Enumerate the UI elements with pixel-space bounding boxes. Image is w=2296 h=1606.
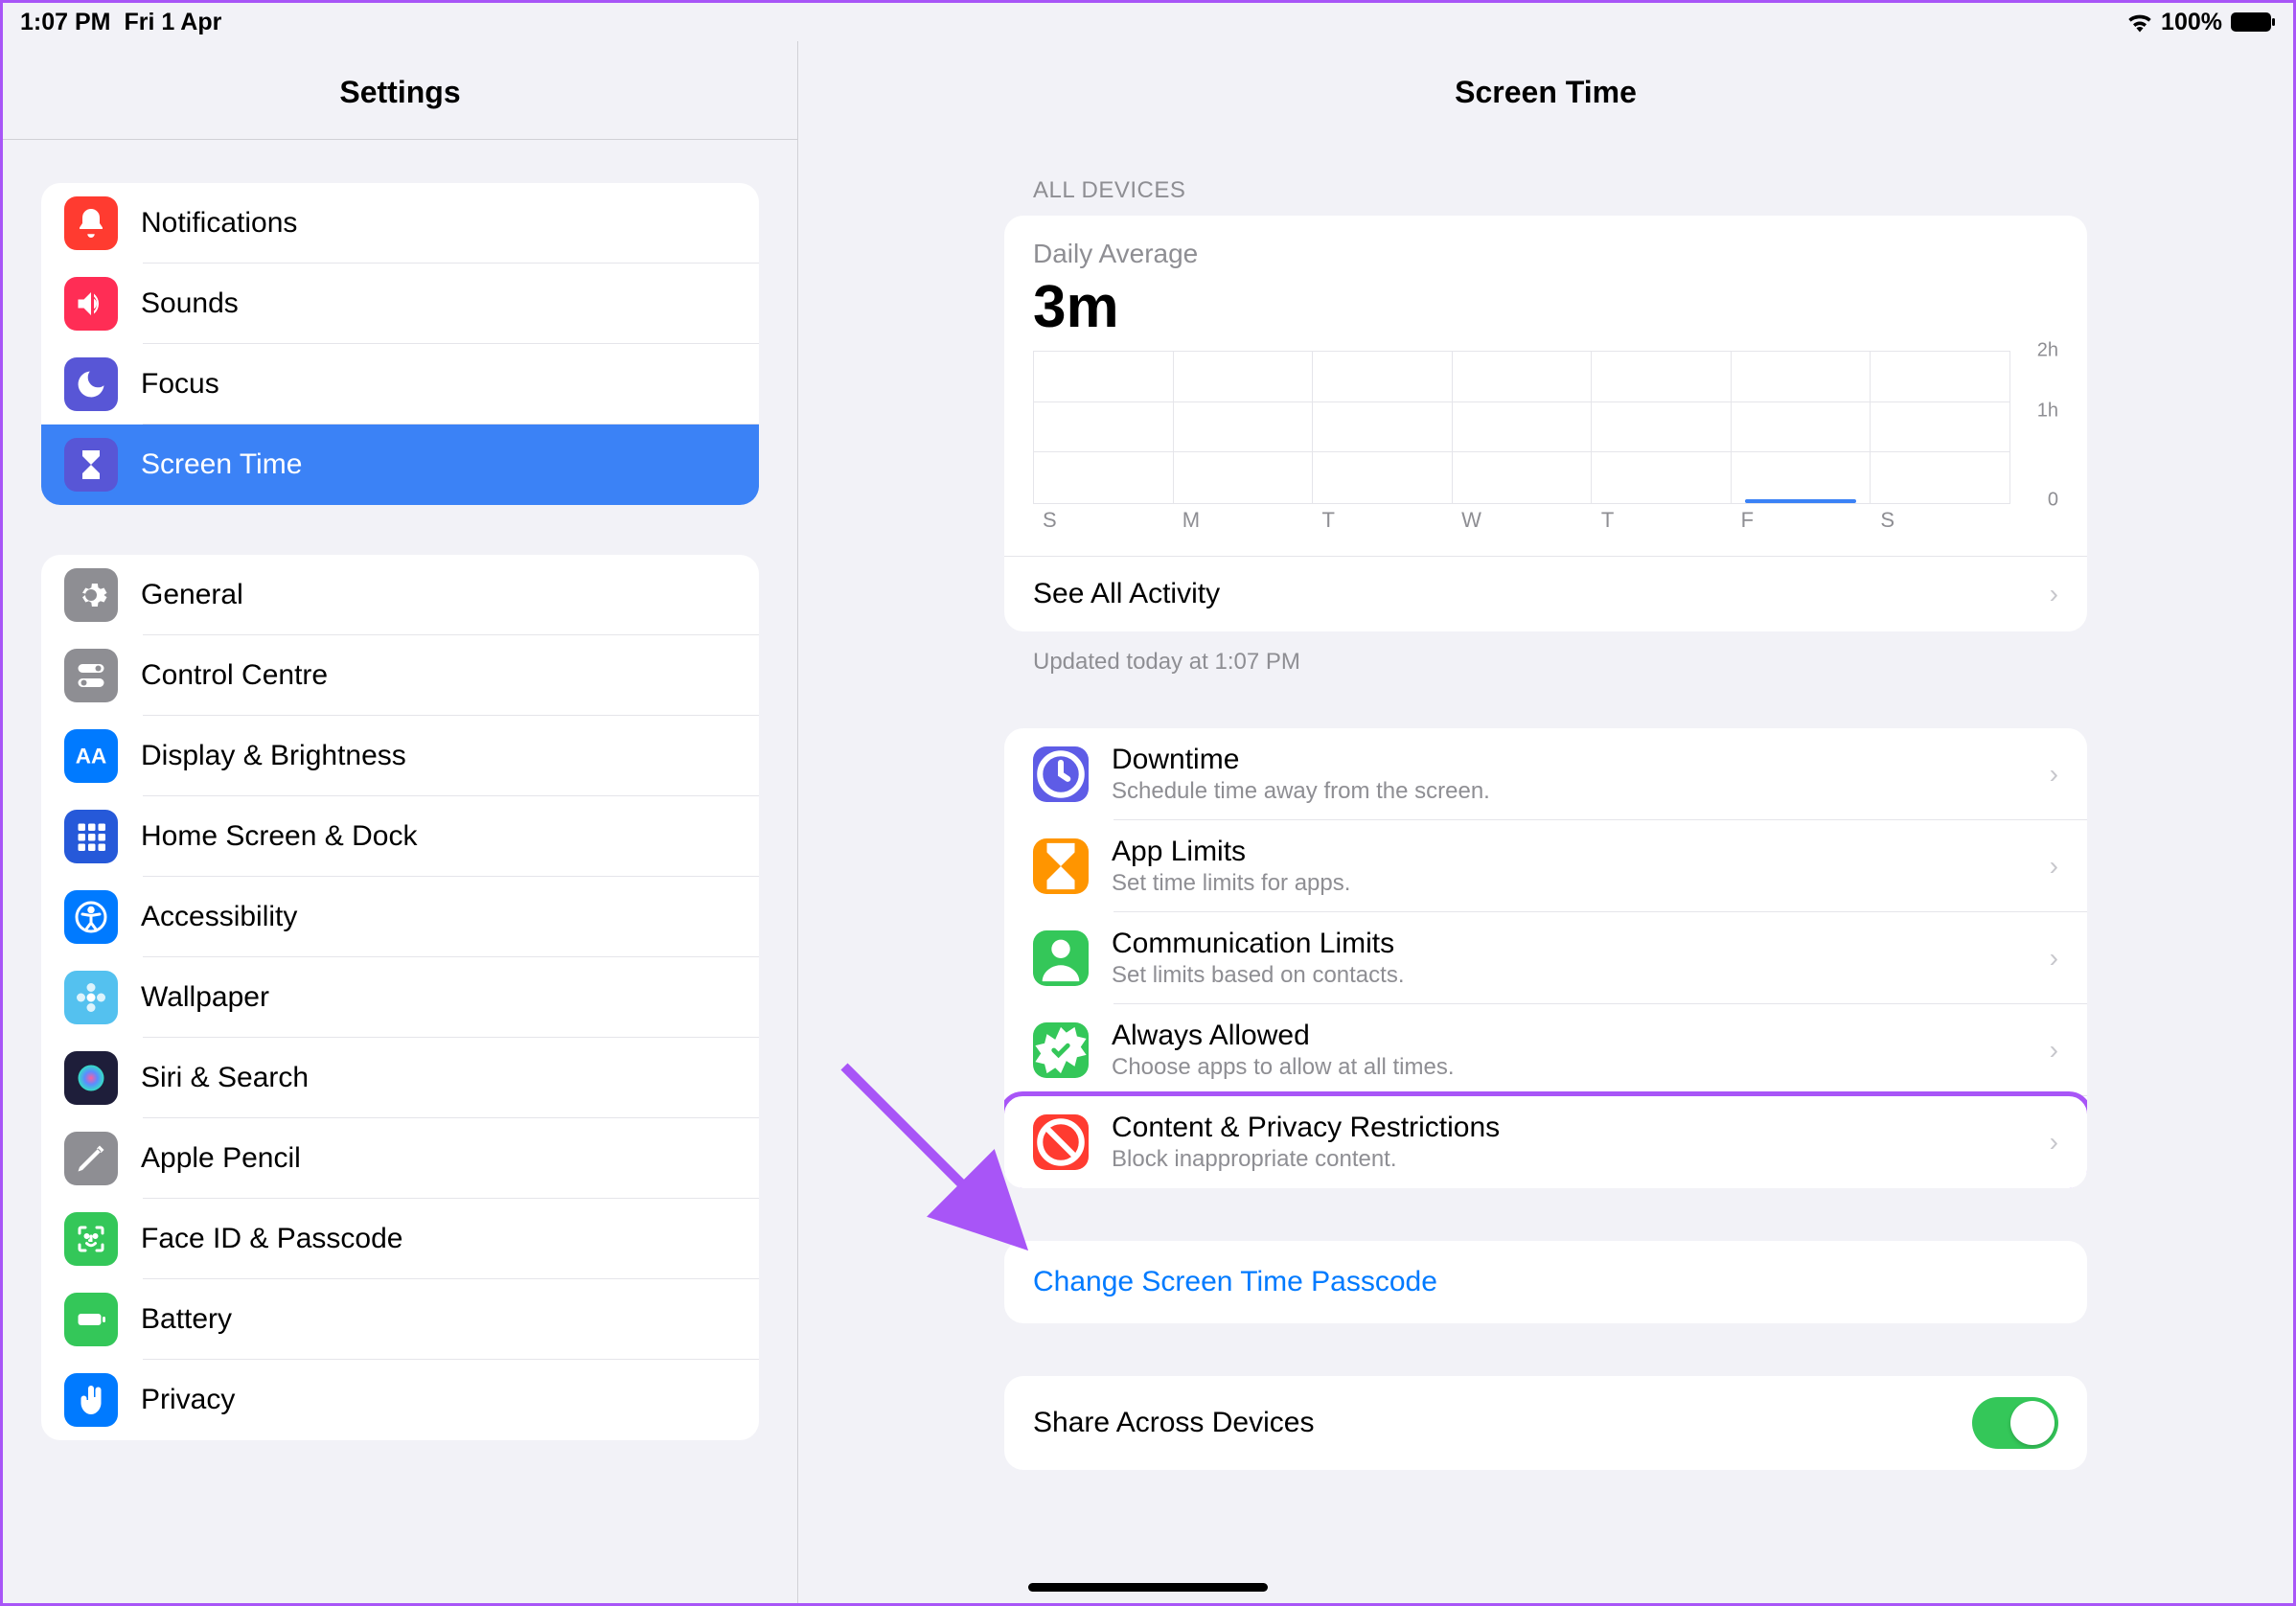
sidebar-item-siri-search[interactable]: Siri & Search (41, 1038, 759, 1118)
sidebar-item-label: Sounds (141, 287, 239, 320)
hourglass-icon (1033, 838, 1089, 894)
usage-chart: 2h 1h 0 SMTWTFS (1033, 351, 2058, 533)
sidebar-item-label: Apple Pencil (141, 1142, 301, 1175)
sidebar-item-label: Display & Brightness (141, 740, 406, 772)
sidebar-item-accessibility[interactable]: Accessibility (41, 877, 759, 957)
chevron-right-icon: › (2050, 1035, 2058, 1066)
accessibility-icon (64, 890, 118, 944)
sidebar-item-label: Wallpaper (141, 981, 269, 1014)
battery-icon (64, 1293, 118, 1346)
sidebar-item-focus[interactable]: Focus (41, 344, 759, 424)
sidebar-item-wallpaper[interactable]: Wallpaper (41, 957, 759, 1038)
option-title: Always Allowed (1112, 1020, 2027, 1052)
option-title: Communication Limits (1112, 928, 2027, 960)
status-bar: 1:07 PM Fri 1 Apr 100% (3, 3, 2293, 41)
share-toggle[interactable] (1972, 1397, 2058, 1449)
siri-icon (64, 1051, 118, 1105)
options-card: DowntimeSchedule time away from the scre… (1004, 728, 2087, 1188)
option-subtitle: Choose apps to allow at all times. (1112, 1054, 2027, 1081)
sidebar-item-control-centre[interactable]: Control Centre (41, 635, 759, 716)
option-always-allowed[interactable]: Always AllowedChoose apps to allow at al… (1004, 1004, 2087, 1096)
sidebar-item-label: Battery (141, 1303, 232, 1336)
page-title: Screen Time (798, 41, 2293, 139)
wifi-icon (2126, 11, 2153, 33)
option-app-limits[interactable]: App LimitsSet time limits for apps. › (1004, 820, 2087, 912)
hand-icon (64, 1373, 118, 1427)
option-downtime[interactable]: DowntimeSchedule time away from the scre… (1004, 728, 2087, 820)
sidebar-item-label: Focus (141, 368, 219, 401)
bell-icon (64, 196, 118, 250)
sidebar-item-home-screen-dock[interactable]: Home Screen & Dock (41, 796, 759, 877)
sidebar-item-apple-pencil[interactable]: Apple Pencil (41, 1118, 759, 1199)
main-panel: Screen Time ALL DEVICES Daily Average 3m… (798, 41, 2293, 1603)
sidebar: Settings Notifications Sounds Focus Screen … (3, 41, 798, 1603)
sidebar-item-general[interactable]: General (41, 555, 759, 635)
sidebar-title: Settings (3, 41, 797, 140)
clock-icon (1033, 746, 1089, 802)
status-date: Fri 1 Apr (124, 9, 221, 36)
option-subtitle: Schedule time away from the screen. (1112, 778, 2027, 805)
sidebar-item-notifications[interactable]: Notifications (41, 183, 759, 264)
sidebar-item-label: Home Screen & Dock (141, 820, 417, 853)
sidebar-item-face-id-passcode[interactable]: Face ID & Passcode (41, 1199, 759, 1279)
usage-card[interactable]: Daily Average 3m 2h 1h 0 SMTWTFS See (1004, 216, 2087, 631)
chevron-right-icon: › (2050, 579, 2058, 609)
sidebar-item-label: Privacy (141, 1384, 235, 1416)
hourglass-icon (64, 438, 118, 492)
person-icon (1033, 930, 1089, 986)
option-title: Downtime (1112, 744, 2027, 776)
flower-icon (64, 971, 118, 1024)
faceid-icon (64, 1212, 118, 1266)
change-passcode-link[interactable]: Change Screen Time Passcode (1004, 1241, 2087, 1323)
option-communication-limits[interactable]: Communication LimitsSet limits based on … (1004, 912, 2087, 1004)
svg-text:AA: AA (76, 745, 107, 769)
moon-icon (64, 357, 118, 411)
sidebar-item-screen-time[interactable]: Screen Time (41, 424, 759, 505)
chevron-right-icon: › (2050, 759, 2058, 790)
sidebar-item-label: Control Centre (141, 659, 328, 692)
gear-icon (64, 568, 118, 622)
see-all-activity-row[interactable]: See All Activity › (1004, 556, 2087, 631)
grid-icon (64, 810, 118, 863)
sidebar-item-label: Screen Time (141, 448, 302, 481)
option-content-privacy-restrictions[interactable]: Content & Privacy RestrictionsBlock inap… (1004, 1091, 2087, 1188)
sidebar-item-label: Accessibility (141, 901, 297, 933)
speaker-icon (64, 277, 118, 331)
chevron-right-icon: › (2050, 943, 2058, 974)
toggles-icon (64, 649, 118, 702)
sidebar-item-label: Siri & Search (141, 1062, 309, 1094)
battery-icon (2230, 11, 2276, 33)
chevron-right-icon: › (2050, 1127, 2058, 1158)
daily-average-label: Daily Average (1033, 239, 2058, 269)
option-title: Content & Privacy Restrictions (1112, 1112, 2027, 1144)
option-subtitle: Block inappropriate content. (1112, 1146, 2027, 1173)
check-icon (1033, 1022, 1089, 1078)
sidebar-item-label: General (141, 579, 243, 611)
sidebar-group: General Control Centre AA Display & Brightn… (41, 555, 759, 1440)
aa-icon: AA (64, 729, 118, 783)
sidebar-item-sounds[interactable]: Sounds (41, 264, 759, 344)
sidebar-item-battery[interactable]: Battery (41, 1279, 759, 1360)
home-indicator[interactable] (1028, 1583, 1268, 1592)
sidebar-item-label: Face ID & Passcode (141, 1223, 402, 1255)
share-across-devices-row[interactable]: Share Across Devices (1004, 1376, 2087, 1470)
section-header: ALL DEVICES (1004, 139, 2087, 216)
daily-average-value: 3m (1033, 273, 2058, 341)
option-subtitle: Set time limits for apps. (1112, 870, 2027, 897)
updated-text: Updated today at 1:07 PM (1004, 631, 2087, 676)
option-title: App Limits (1112, 836, 2027, 868)
pencil-icon (64, 1132, 118, 1185)
sidebar-item-display-brightness[interactable]: AA Display & Brightness (41, 716, 759, 796)
chevron-right-icon: › (2050, 851, 2058, 882)
battery-percent: 100% (2161, 9, 2222, 36)
status-time: 1:07 PM (20, 9, 110, 36)
passcode-card: Change Screen Time Passcode (1004, 1241, 2087, 1323)
sidebar-group: Notifications Sounds Focus Screen Time (41, 183, 759, 505)
nosymbol-icon (1033, 1114, 1089, 1170)
share-card: Share Across Devices (1004, 1376, 2087, 1470)
sidebar-item-privacy[interactable]: Privacy (41, 1360, 759, 1440)
sidebar-item-label: Notifications (141, 207, 297, 240)
option-subtitle: Set limits based on contacts. (1112, 962, 2027, 989)
